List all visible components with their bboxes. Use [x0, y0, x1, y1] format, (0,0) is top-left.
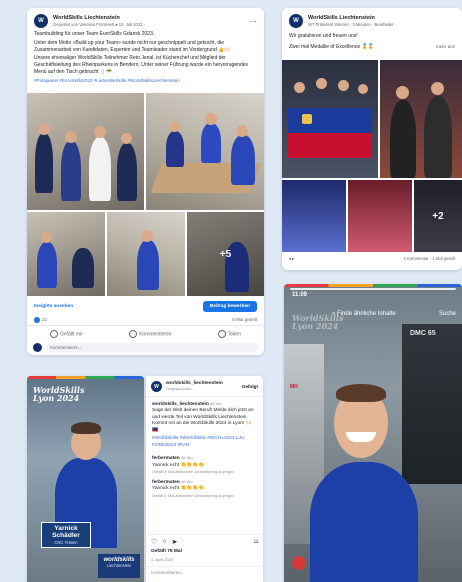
overlay-title: WorldSkills Lyon 2024 — [292, 313, 344, 331]
photo-team-table[interactable] — [146, 93, 264, 210]
caption-text: Sage der Welt deinen Beruf! Melde dich j… — [152, 408, 254, 433]
page-avatar[interactable]: W — [289, 14, 303, 28]
post-body-2: Unsere ehemaliger WorldSkills Teilnehmer… — [34, 55, 249, 75]
hair — [71, 422, 101, 434]
share-icon — [217, 330, 226, 338]
facebook-post-teambuilding: W WorldSkills Liechtenstein Gepostet von… — [27, 8, 264, 355]
share-count[interactable]: 5 Mal geteilt — [232, 317, 257, 323]
cnc-machine-right: DMC 65 — [402, 324, 462, 484]
story-title: WorldSkills Lyon 2024 — [33, 385, 85, 403]
story-yarnick[interactable]: WorldSkills Lyon 2024 Yarnick Schädler C… — [27, 376, 144, 582]
caption-time: 46 Wo. — [210, 401, 223, 406]
photo-team-kitchen[interactable] — [27, 93, 144, 210]
facebook-post-medals: W WorldSkills Liechtenstein WT Präsident… — [282, 8, 462, 270]
post-meta: WT Präsident Internet · 3 Minuten · Bear… — [308, 21, 397, 27]
record-icon[interactable] — [292, 556, 306, 570]
post-author[interactable]: WorldSkills Liechtenstein — [53, 15, 145, 22]
comment-1: ferbermaten 46 Wo. Yannick echt 👏👏👏👏 Gef… — [146, 453, 263, 476]
post-stats[interactable]: 1 Kommentar · 1 Mal geteilt — [404, 256, 455, 261]
person-yarnick — [310, 462, 418, 582]
comment-icon — [129, 330, 138, 338]
comment-label: Kommentieren — [139, 331, 172, 338]
like-button[interactable]: Gefällt mir — [50, 330, 83, 338]
brand-stripe — [27, 376, 144, 379]
comment-input[interactable]: Kommentieren... — [151, 570, 185, 575]
follow-status[interactable]: Gefolgt — [242, 384, 258, 389]
boost-post-button[interactable]: Beitrag bewerben — [202, 300, 257, 312]
likes-count[interactable]: Gefällt 75 Mal — [151, 549, 182, 554]
photo-grid[interactable]: +5 — [27, 93, 264, 296]
see-more-link[interactable]: mehr anz — [436, 44, 455, 51]
photo-cooking-more[interactable]: +5 — [187, 212, 264, 296]
send-icon[interactable]: ➤ — [172, 538, 178, 546]
status-time: 11:09 — [292, 292, 308, 298]
comment-user[interactable]: ferbermaten — [152, 456, 180, 461]
story-progress — [290, 288, 456, 290]
reel-video-cnc[interactable]: 11:09 ⌕ Finde ähnliche Inhalte Suche Wor… — [284, 284, 462, 582]
heart-icon[interactable]: ♡ — [151, 538, 157, 546]
logo-country: Liechtenstein — [106, 563, 132, 568]
caption-hashtags[interactable]: #WorldSkills #WorldSkills #WCHL2024 LJU … — [152, 436, 257, 449]
photo-ceremony-1[interactable] — [282, 180, 346, 252]
reactions-summary[interactable]: 22 — [34, 317, 47, 323]
reaction-icons[interactable]: ●● — [289, 256, 294, 261]
page-avatar[interactable]: W — [34, 14, 48, 28]
post-author[interactable]: WorldSkills Liechtenstein — [308, 15, 396, 22]
more-options-icon[interactable]: ⋯ — [249, 17, 257, 26]
last-name: Schädler — [52, 532, 80, 540]
profession: CNC Fräsen — [54, 539, 78, 545]
post-headline: Wir gratulieren und freuen uns! — [289, 33, 358, 39]
like-reaction-icon — [34, 317, 40, 323]
photo-ceremony-more[interactable]: +2 — [414, 180, 462, 252]
comment-user[interactable]: ferbermaten — [152, 480, 180, 485]
reaction-count: 22 — [42, 317, 48, 323]
post-meta: Gepostet von Vanessa Frommelt ● 15. Juli… — [53, 21, 146, 27]
worldskills-logo: worldskills Liechtenstein — [98, 554, 140, 578]
post-headline: Teambuilding für unser Team EuroSkills G… — [34, 31, 155, 37]
share-label: Teilen — [227, 331, 241, 338]
photo-ceremony-2[interactable] — [348, 180, 412, 252]
name-badge: Yarnick Schädler CNC Fräsen — [41, 522, 91, 548]
thumbs-up-icon — [50, 330, 59, 338]
comment-actions[interactable]: Gefällt 1 Mal Antworten Übersetzung anze… — [152, 493, 257, 498]
like-label: Gefällt mir — [60, 331, 83, 338]
machine-label: DMC 65 — [410, 330, 436, 337]
machine-side-label: MH — [290, 384, 298, 390]
comment-input[interactable]: Kommentieren... — [46, 342, 258, 352]
commenter-avatar — [33, 342, 42, 352]
post-body: Unter dem Motto «Build up your Team» wur… — [34, 39, 231, 53]
account-avatar[interactable]: W — [151, 381, 162, 392]
photo-medal-team-flag[interactable] — [282, 60, 378, 178]
share-button[interactable]: Teilen — [217, 330, 241, 338]
bookmark-icon[interactable]: ⌑ — [254, 538, 258, 546]
search-button[interactable]: Suche — [439, 311, 456, 317]
comment-2: ferbermaten 46 Wo. Yannick echt 👏👏👏👏 Gef… — [146, 477, 263, 500]
insights-link[interactable]: Insights ansehen — [34, 304, 73, 309]
more-photos-count[interactable]: +5 — [187, 212, 264, 296]
post-hashtags[interactable]: #Potsjaanel #EuroSkills2023 #LiebesBeSki… — [27, 76, 264, 86]
post-body: Zwei mal Medallie of Excellence 🏅🏅 — [289, 43, 374, 50]
comment-button[interactable]: Kommentieren — [129, 330, 172, 338]
caption-user[interactable]: worldskills_liechtenstein — [152, 402, 209, 407]
first-name: Yarnick — [54, 525, 78, 532]
audio-label[interactable]: Original-Audio — [166, 386, 223, 392]
post-date: 4. April 2023 — [151, 557, 174, 562]
hair — [336, 384, 386, 402]
brand-stripe — [284, 284, 462, 287]
photo-cooking-2[interactable] — [107, 212, 185, 296]
photo-medal-winners[interactable] — [380, 60, 462, 178]
comment-icon[interactable]: ○ — [162, 538, 166, 546]
photo-cooking-1[interactable] — [27, 212, 105, 296]
comment-actions[interactable]: Gefällt 1 Mal Antworten Übersetzung anze… — [152, 469, 257, 474]
comment-time: 46 Wo. — [181, 455, 194, 461]
instagram-post: W worldskills_liechtenstein Original-Aud… — [146, 376, 263, 582]
comment-time: 46 Wo. — [181, 478, 194, 484]
more-photos-count[interactable]: +2 — [414, 180, 462, 252]
